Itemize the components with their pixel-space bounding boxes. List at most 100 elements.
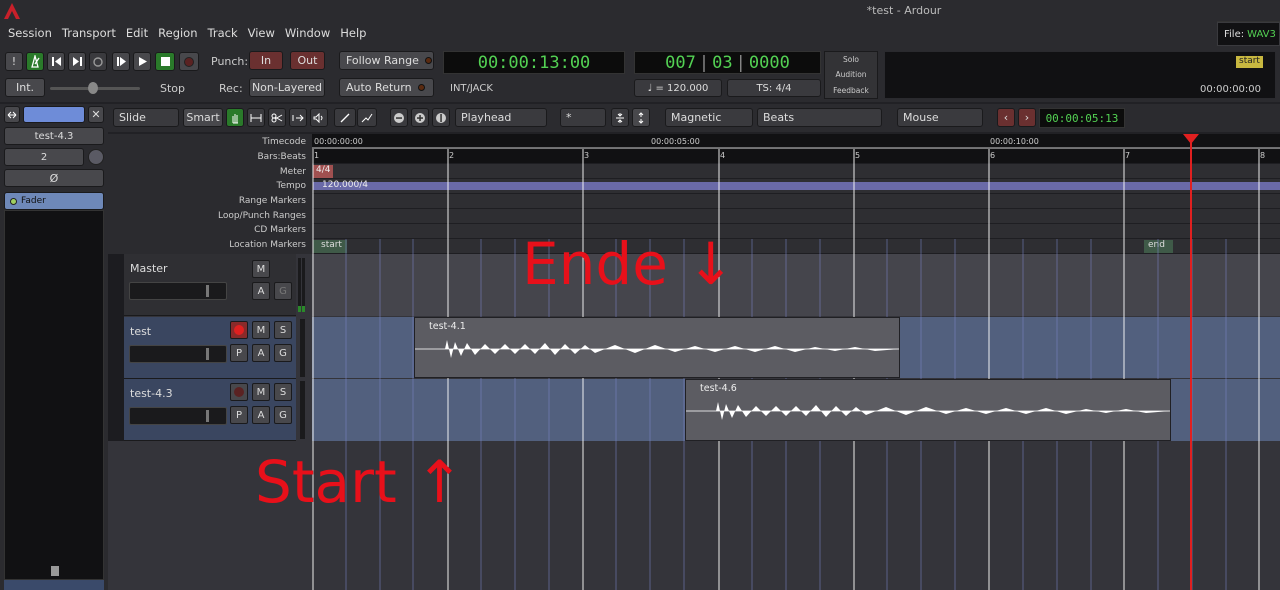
zoom-focus-dropdown[interactable]: Playhead bbox=[455, 108, 547, 127]
draw-tool-icon[interactable] bbox=[334, 108, 356, 127]
cut-tool-icon[interactable] bbox=[268, 108, 286, 127]
shrink-tracks-icon[interactable] bbox=[611, 108, 629, 127]
shuttle-slider[interactable] bbox=[50, 82, 140, 94]
panner-handle[interactable] bbox=[51, 566, 59, 576]
ruler-label-bars-beats[interactable]: Bars:Beats bbox=[257, 152, 306, 162]
auto-return-button[interactable]: Auto Return bbox=[339, 78, 434, 97]
metronome-icon[interactable] bbox=[26, 52, 44, 71]
smart-mode-button[interactable]: Smart bbox=[183, 108, 223, 127]
playlist-button[interactable]: P bbox=[230, 344, 248, 362]
record-icon[interactable] bbox=[179, 52, 199, 71]
track-name[interactable]: test-4.3 bbox=[130, 387, 173, 400]
ruler-label-tempo[interactable]: Tempo bbox=[277, 181, 307, 191]
close-icon[interactable]: ✕ bbox=[88, 106, 104, 123]
nudge-clock[interactable]: 00:00:05:13 bbox=[1039, 108, 1125, 128]
automation-button[interactable]: A bbox=[252, 344, 270, 362]
playhead-icon[interactable] bbox=[1183, 134, 1199, 144]
track-color-button[interactable] bbox=[23, 106, 85, 123]
audio-region[interactable]: test-4.1 bbox=[414, 317, 900, 378]
panic-button[interactable]: ! bbox=[5, 52, 23, 71]
ruler-label-meter[interactable]: Meter bbox=[280, 167, 306, 177]
panner[interactable] bbox=[4, 566, 104, 590]
ruler-label-location-markers[interactable]: Location Markers bbox=[229, 240, 306, 250]
automation-button[interactable]: A bbox=[252, 282, 270, 300]
ruler-label-range-markers[interactable]: Range Markers bbox=[239, 196, 306, 206]
track-name[interactable]: Master bbox=[130, 262, 168, 275]
solo-button[interactable]: S bbox=[274, 383, 292, 401]
track-group-tab[interactable] bbox=[108, 254, 124, 441]
audition-label[interactable]: Audition bbox=[825, 70, 877, 79]
play-range-icon[interactable] bbox=[112, 52, 130, 71]
shuttle-knob[interactable] bbox=[88, 82, 98, 94]
audio-region[interactable]: test-4.6 bbox=[685, 379, 1171, 441]
bbt-clock[interactable]: 007 | 03 | 0000 bbox=[634, 51, 821, 74]
group-button[interactable]: G bbox=[274, 406, 292, 424]
ruler-label-loop-punch[interactable]: Loop/Punch Ranges bbox=[218, 211, 306, 221]
menu-help[interactable]: Help bbox=[335, 26, 371, 40]
record-mode-dropdown[interactable]: Non-Layered bbox=[249, 78, 325, 97]
ruler-label-cd-markers[interactable]: CD Markers bbox=[254, 225, 306, 235]
grab-tool-icon[interactable] bbox=[226, 108, 244, 127]
playhead-line[interactable] bbox=[1190, 140, 1192, 590]
test-4-3-track-header[interactable]: test-4.3 M S P A G bbox=[124, 379, 305, 441]
menu-transport[interactable]: Transport bbox=[57, 26, 121, 40]
mute-button[interactable]: M bbox=[252, 260, 270, 278]
nudge-forward-icon[interactable]: › bbox=[1018, 108, 1036, 127]
internal-sync-button[interactable]: Int. bbox=[5, 78, 45, 97]
fader-handle[interactable] bbox=[206, 410, 209, 422]
menu-session[interactable]: Session bbox=[3, 26, 57, 40]
edit-point-dropdown[interactable]: Mouse bbox=[897, 108, 983, 127]
menu-view[interactable]: View bbox=[243, 26, 280, 40]
snap-mode-dropdown[interactable]: Magnetic bbox=[665, 108, 753, 127]
mini-timeline[interactable]: start 00:00:00:00 bbox=[884, 51, 1276, 99]
nudge-backward-icon[interactable]: ‹ bbox=[997, 108, 1015, 127]
zoom-out-icon[interactable] bbox=[390, 108, 408, 127]
play-icon[interactable] bbox=[133, 52, 151, 71]
processor-box[interactable] bbox=[4, 210, 104, 580]
tempo-button[interactable]: ♩ = 120.000 bbox=[634, 79, 722, 97]
menu-track[interactable]: Track bbox=[203, 26, 243, 40]
menu-region[interactable]: Region bbox=[153, 26, 202, 40]
playlist-button[interactable]: P bbox=[230, 406, 248, 424]
goto-end-icon[interactable] bbox=[68, 52, 86, 71]
stretch-tool-icon[interactable] bbox=[289, 108, 307, 127]
phase-invert-button[interactable]: Ø bbox=[4, 169, 104, 187]
menu-edit[interactable]: Edit bbox=[121, 26, 153, 40]
zoom-to-session-icon[interactable] bbox=[432, 108, 450, 127]
group-button[interactable]: G bbox=[274, 344, 292, 362]
goto-start-icon[interactable] bbox=[47, 52, 65, 71]
processor-active-icon[interactable] bbox=[10, 197, 17, 205]
strip-name-button[interactable]: test-4.3 bbox=[4, 127, 104, 145]
gain-fader[interactable] bbox=[129, 282, 227, 300]
punch-out-button[interactable]: Out bbox=[290, 51, 325, 70]
punch-in-button[interactable]: In bbox=[249, 51, 283, 70]
record-arm-icon[interactable] bbox=[230, 321, 248, 339]
mute-button[interactable]: M bbox=[252, 383, 270, 401]
edit-mode-dropdown[interactable]: Slide bbox=[113, 108, 179, 127]
group-button[interactable]: G bbox=[274, 282, 292, 300]
zoom-in-icon[interactable] bbox=[411, 108, 429, 127]
test-track-header[interactable]: test M S P A G bbox=[124, 317, 305, 379]
range-tool-icon[interactable] bbox=[247, 108, 265, 127]
solo-label[interactable]: Solo bbox=[825, 55, 877, 64]
master-track-header[interactable]: Master M A G bbox=[124, 254, 305, 316]
ruler-label-timecode[interactable]: Timecode bbox=[262, 137, 306, 147]
audition-tool-icon[interactable] bbox=[310, 108, 328, 127]
expand-tracks-icon[interactable] bbox=[632, 108, 650, 127]
stop-icon[interactable] bbox=[155, 52, 175, 71]
gain-fader[interactable] bbox=[129, 345, 227, 363]
internal-edit-tool-icon[interactable] bbox=[357, 108, 377, 127]
width-toggle-icon[interactable] bbox=[4, 106, 20, 123]
trim-knob-icon[interactable] bbox=[88, 149, 104, 165]
follow-range-button[interactable]: Follow Range bbox=[339, 51, 434, 70]
mute-button[interactable]: M bbox=[252, 321, 270, 339]
track-name[interactable]: test bbox=[130, 325, 151, 338]
gain-fader[interactable] bbox=[129, 407, 227, 425]
automation-button[interactable]: A bbox=[252, 406, 270, 424]
processor-fader-item[interactable]: Fader bbox=[4, 192, 104, 210]
visible-tracks-dropdown[interactable]: * bbox=[560, 108, 606, 127]
meter-button[interactable]: TS: 4/4 bbox=[727, 79, 821, 97]
menu-window[interactable]: Window bbox=[280, 26, 335, 40]
grid-type-dropdown[interactable]: Beats bbox=[757, 108, 882, 127]
solo-button[interactable]: S bbox=[274, 321, 292, 339]
